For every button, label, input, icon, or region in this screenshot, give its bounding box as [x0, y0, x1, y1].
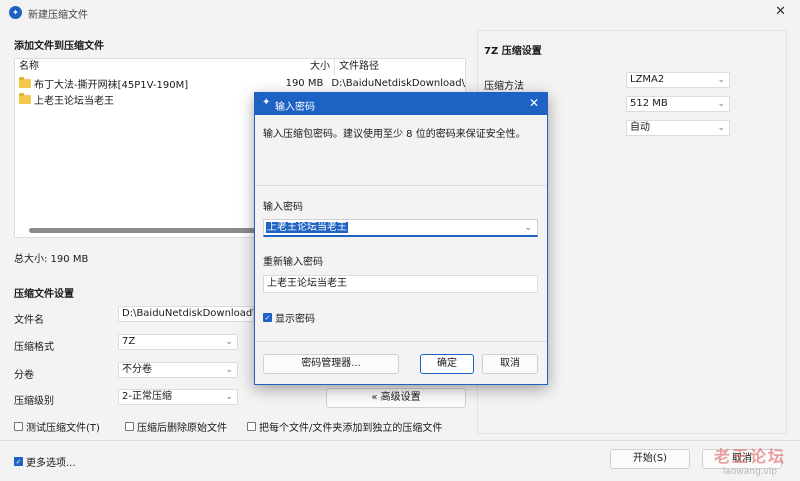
checkbox-label: 压缩后删除原始文件	[137, 423, 227, 434]
filename-field[interactable]: D:\BaiduNetdiskDownload\BD	[118, 306, 254, 322]
checkbox-label: 把每个文件/文件夹添加到独立的压缩文件	[259, 423, 443, 434]
password-input[interactable]: 上老王论坛当老王 ⌄	[263, 219, 538, 237]
reenter-label: 重新输入密码	[263, 257, 323, 268]
split-select[interactable]: 不分卷 ⌄	[118, 362, 238, 378]
chevron-down-icon: ⌄	[717, 99, 725, 109]
test-archive-checkbox[interactable]: 测试压缩文件(T)	[14, 419, 100, 434]
file-name: 布丁大法-撕开网袜[45P1V-190M]	[34, 79, 189, 91]
col-size[interactable]: 大小	[255, 59, 335, 75]
level-label: 压缩级别	[14, 396, 54, 407]
total-size: 总大小: 190 MB	[14, 254, 89, 265]
app-icon: ✦	[262, 97, 271, 108]
password-dialog: ✦ 输入密码 ✕ 输入压缩包密码。建议使用至少 8 位的密码来保证安全性。 输入…	[254, 92, 548, 385]
word-size-select[interactable]: 自动 ⌄	[626, 120, 730, 136]
folder-icon	[19, 92, 31, 104]
advanced-settings-button[interactable]: « 高级设置	[326, 388, 466, 408]
chevron-down-icon: ⌄	[717, 123, 725, 133]
chevron-down-icon[interactable]: ⌄	[524, 221, 532, 236]
filename-label: 文件名	[14, 315, 44, 326]
password-label: 输入密码	[263, 202, 303, 213]
chevron-down-icon: ⌄	[225, 392, 233, 402]
method-select[interactable]: LZMA2 ⌄	[626, 72, 730, 88]
dictionary-select[interactable]: 512 MB ⌄	[626, 96, 730, 112]
chevron-down-icon: ⌄	[225, 365, 233, 375]
checkbox-label: 测试压缩文件(T)	[26, 423, 100, 434]
watermark-url: laowang.vip	[722, 467, 778, 477]
checkbox-box[interactable]	[125, 422, 134, 431]
delete-original-checkbox[interactable]: 压缩后删除原始文件	[125, 419, 227, 434]
watermark: 老王论坛 laowang.vip	[714, 443, 786, 477]
file-size: 190 MB	[285, 77, 324, 89]
close-icon[interactable]: ✕	[529, 96, 539, 110]
dialog-title: 输入密码	[275, 102, 315, 113]
separate-archives-checkbox[interactable]: 把每个文件/文件夹添加到独立的压缩文件	[247, 419, 442, 434]
close-icon[interactable]: ✕	[775, 4, 786, 19]
show-password-checkbox[interactable]: ✓ 显示密码	[263, 310, 315, 325]
dialog-divider	[255, 341, 547, 342]
title-bar: ✦ 新建压缩文件 ✕	[0, 0, 800, 26]
checkbox-checked-icon[interactable]: ✓	[14, 457, 23, 466]
format-settings-title: 7Z 压缩设置	[484, 46, 542, 57]
footer-divider	[0, 440, 800, 441]
checkbox-box[interactable]	[247, 422, 256, 431]
checkbox-label: 显示密码	[275, 314, 315, 325]
add-files-title: 添加文件到压缩文件	[14, 41, 104, 52]
folder-icon	[19, 76, 31, 88]
dialog-title-bar: ✦ 输入密码 ✕	[255, 93, 547, 115]
password-manager-button[interactable]: 密码管理器...	[263, 354, 399, 374]
checkbox-box[interactable]	[14, 422, 23, 431]
file-name: 上老王论坛当老王	[34, 95, 114, 107]
settings-title: 压缩文件设置	[14, 289, 74, 300]
horizontal-scrollbar[interactable]	[29, 228, 259, 233]
start-button[interactable]: 开始(S)	[610, 449, 690, 469]
dialog-divider	[255, 185, 547, 186]
format-label: 压缩格式	[14, 342, 54, 353]
more-options-checkbox[interactable]: ✓ 更多选项...	[14, 454, 76, 469]
watermark-text: 老王论坛	[713, 447, 786, 466]
ok-button[interactable]: 确定	[420, 354, 474, 374]
chevron-down-icon: ⌄	[717, 75, 725, 85]
chevron-down-icon: ⌄	[225, 337, 233, 347]
app-icon: ✦	[9, 6, 22, 19]
password-value: 上老王论坛当老王	[266, 222, 348, 233]
dialog-hint: 输入压缩包密码。建议使用至少 8 位的密码来保证安全性。	[263, 129, 526, 140]
method-label: 压缩方法	[484, 81, 524, 92]
file-row[interactable]: 布丁大法-撕开网袜[45P1V-190M] 190 MB D:\BaiduNet…	[15, 75, 465, 91]
format-select[interactable]: 7Z ⌄	[118, 334, 238, 350]
level-select[interactable]: 2-正常压缩 ⌄	[118, 389, 238, 405]
window-title: 新建压缩文件	[28, 10, 88, 21]
dialog-cancel-button[interactable]: 取消	[482, 354, 538, 374]
col-name[interactable]: 名称	[15, 59, 255, 75]
col-path[interactable]: 文件路径	[335, 59, 379, 75]
file-path: D:\BaiduNetdiskDownload\	[331, 77, 465, 89]
reenter-password-input[interactable]: 上老王论坛当老王	[263, 275, 538, 293]
checkbox-label: 更多选项...	[26, 458, 76, 469]
split-label: 分卷	[14, 370, 34, 381]
file-list-header: 名称 大小 文件路径	[15, 59, 465, 75]
checkbox-checked-icon[interactable]: ✓	[263, 313, 272, 322]
